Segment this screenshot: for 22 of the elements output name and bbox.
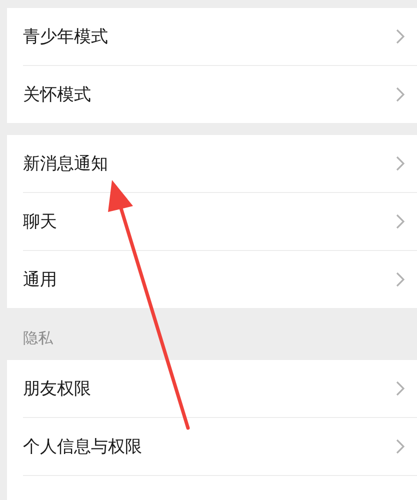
settings-row[interactable]: 个人信息与权限 bbox=[23, 418, 417, 475]
row-label: 关怀模式 bbox=[23, 84, 91, 106]
chevron-right-icon bbox=[396, 272, 405, 287]
row-label: 新消息通知 bbox=[23, 152, 108, 175]
row-label: 通用 bbox=[23, 268, 57, 291]
chevron-right-icon bbox=[396, 381, 405, 396]
chevron-right-icon bbox=[396, 29, 405, 44]
settings-row[interactable]: 朋友权限 bbox=[23, 360, 417, 417]
section-header: 隐私 bbox=[23, 328, 53, 348]
settings-row[interactable]: 关怀模式 bbox=[23, 66, 417, 123]
row-label: 朋友权限 bbox=[23, 378, 91, 400]
row-label: 青少年模式 bbox=[23, 26, 108, 48]
chevron-right-icon bbox=[396, 156, 405, 171]
chevron-right-icon bbox=[396, 87, 405, 102]
chevron-right-icon bbox=[396, 214, 405, 229]
chevron-right-icon bbox=[396, 439, 405, 454]
settings-row[interactable]: 新消息通知 bbox=[23, 135, 417, 192]
settings-row[interactable]: 通用 bbox=[23, 251, 417, 308]
settings-row[interactable]: 聊天 bbox=[23, 193, 417, 250]
row-label: 聊天 bbox=[23, 210, 57, 233]
settings-row[interactable]: 青少年模式 bbox=[23, 8, 417, 65]
row-label: 个人信息与权限 bbox=[23, 436, 142, 458]
